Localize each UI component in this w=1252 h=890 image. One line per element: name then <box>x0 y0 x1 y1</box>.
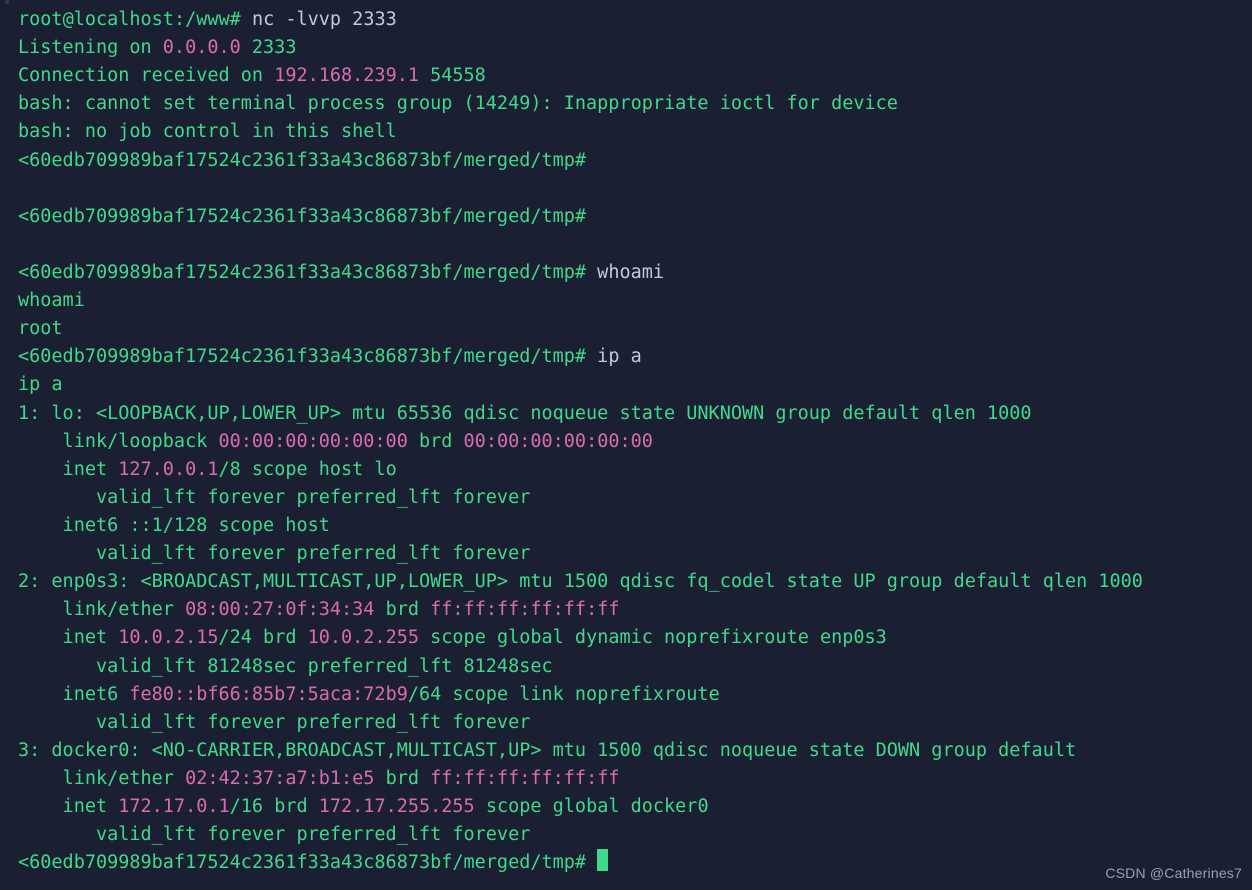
command-nc: nc -lvvp 2333 <box>252 9 397 30</box>
valid-lft: valid_lft 81248sec preferred_lft 81248se… <box>18 653 1252 681</box>
command-whoami: whoami <box>586 262 664 283</box>
shell-prompt: <60edb709989baf17524c2361f33a43c86873bf/… <box>18 203 1252 231</box>
output-listening: Listening on 0.0.0.0 2333 <box>18 34 1252 62</box>
valid-lft: valid_lft forever preferred_lft forever <box>18 484 1252 512</box>
iface-enp0s3-link: link/ether 08:00:27:0f:34:34 brd ff:ff:f… <box>18 596 1252 624</box>
output-whoami: root <box>18 315 1252 343</box>
cursor-block[interactable] <box>597 849 608 871</box>
iface-docker0-inet: inet 172.17.0.1/16 brd 172.17.255.255 sc… <box>18 793 1252 821</box>
valid-lft: valid_lft forever preferred_lft forever <box>18 821 1252 849</box>
iface-docker0: 3: docker0: <NO-CARRIER,BROADCAST,MULTIC… <box>18 737 1252 765</box>
prompt-line: root@localhost:/www# nc -lvvp 2333 <box>18 6 1252 34</box>
output-bash-error: bash: cannot set terminal process group … <box>18 90 1252 118</box>
iface-enp0s3-inet6: inet6 fe80::bf66:85b7:5aca:72b9/64 scope… <box>18 681 1252 709</box>
iface-enp0s3-inet: inet 10.0.2.15/24 brd 10.0.2.255 scope g… <box>18 624 1252 652</box>
output-bash-error: bash: no job control in this shell <box>18 118 1252 146</box>
shell-prompt-cursor[interactable]: <60edb709989baf17524c2361f33a43c86873bf/… <box>18 849 1252 877</box>
iface-docker0-link: link/ether 02:42:37:a7:b1:e5 brd ff:ff:f… <box>18 765 1252 793</box>
valid-lft: valid_lft forever preferred_lft forever <box>18 709 1252 737</box>
iface-lo: 1: lo: <LOOPBACK,UP,LOWER_UP> mtu 65536 … <box>18 400 1252 428</box>
echo-whoami: whoami <box>18 287 1252 315</box>
command-ipa: ip a <box>586 346 642 367</box>
shell-prompt: <60edb709989baf17524c2361f33a43c86873bf/… <box>18 343 1252 371</box>
iface-lo-link: link/loopback 00:00:00:00:00:00 brd 00:0… <box>18 428 1252 456</box>
iface-lo-inet6: inet6 ::1/128 scope host <box>18 512 1252 540</box>
terminal-window[interactable]: root@localhost:/www# nc -lvvp 2333 Liste… <box>0 0 1252 890</box>
output-connection: Connection received on 192.168.239.1 545… <box>18 62 1252 90</box>
watermark: CSDN @Catherines7 <box>1105 863 1242 884</box>
iface-enp0s3: 2: enp0s3: <BROADCAST,MULTICAST,UP,LOWER… <box>18 568 1252 596</box>
valid-lft: valid_lft forever preferred_lft forever <box>18 540 1252 568</box>
shell-prompt: <60edb709989baf17524c2361f33a43c86873bf/… <box>18 147 1252 175</box>
echo-ipa: ip a <box>18 371 1252 399</box>
shell-prompt: <60edb709989baf17524c2361f33a43c86873bf/… <box>18 259 1252 287</box>
iface-lo-inet: inet 127.0.0.1/8 scope host lo <box>18 456 1252 484</box>
